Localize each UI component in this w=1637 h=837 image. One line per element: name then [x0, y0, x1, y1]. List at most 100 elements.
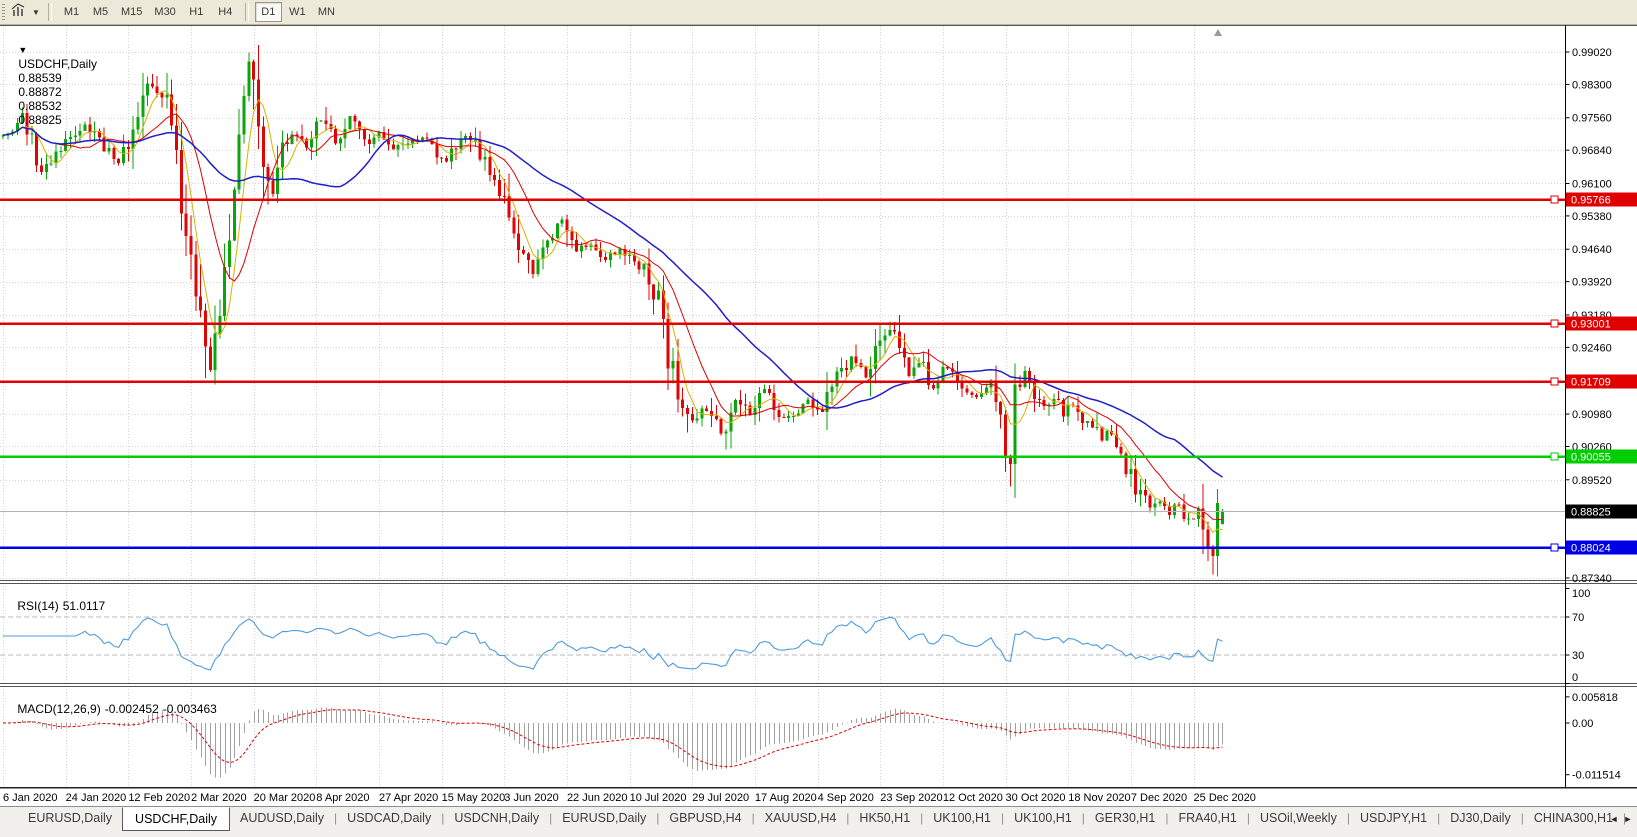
tab-usdchf-daily[interactable]: USDCHF,Daily	[122, 807, 230, 831]
tab-hk50-h1[interactable]: HK50,H1	[849, 808, 920, 829]
toolbar-separator	[48, 3, 52, 21]
svg-text:70: 70	[1572, 612, 1584, 624]
svg-text:12 Feb 2020: 12 Feb 2020	[128, 792, 190, 804]
tab-usdcnh-daily[interactable]: USDCNH,Daily	[444, 808, 549, 829]
line-anchor-handle[interactable]	[1550, 319, 1559, 328]
svg-text:6 Jan 2020: 6 Jan 2020	[3, 792, 57, 804]
toolbar-separator	[244, 3, 249, 21]
ohlc-high: 0.88872	[18, 85, 62, 99]
svg-text:25 Dec 2020: 25 Dec 2020	[1194, 792, 1256, 804]
macd-name: MACD(12,26,9)	[17, 702, 101, 716]
chevron-down-icon[interactable]: ▼	[29, 2, 43, 22]
svg-text:-0.011514: -0.011514	[1572, 770, 1621, 782]
svg-text:22 Jun 2020: 22 Jun 2020	[567, 792, 628, 804]
tab-ger30-h1[interactable]: GER30,H1	[1085, 808, 1165, 829]
mini-chart-icon	[11, 3, 25, 16]
svg-text:18 Nov 2020: 18 Nov 2020	[1068, 792, 1130, 804]
svg-text:3 Jun 2020: 3 Jun 2020	[504, 792, 558, 804]
tab-audusd-daily[interactable]: AUDUSD,Daily	[230, 808, 334, 829]
rsi-value: 51.0117	[62, 599, 106, 613]
ohlc-close: 0.88825	[18, 113, 62, 127]
timeframe-h1-button[interactable]: H1	[183, 2, 210, 22]
svg-text:10 Jul 2020: 10 Jul 2020	[630, 792, 687, 804]
svg-text:8 Apr 2020: 8 Apr 2020	[316, 792, 369, 804]
svg-text:0.88024: 0.88024	[1571, 543, 1611, 555]
time-axis: 6 Jan 2020 24 Jan 2020 12 Feb 2020 2 Mar 20…	[3, 792, 1256, 804]
tab-eurusd-daily[interactable]: EURUSD,Daily	[18, 808, 122, 829]
timeframe-m1-button[interactable]: M1	[58, 2, 85, 22]
chart-cursor-icon[interactable]	[9, 2, 29, 22]
tab-usoil-weekly[interactable]: USOil,Weekly	[1250, 808, 1347, 829]
timeframe-d1-button[interactable]: D1	[254, 2, 282, 22]
ohlc-low: 0.88532	[18, 99, 62, 113]
line-anchor-handle[interactable]	[1550, 195, 1559, 204]
svg-text:24 Jan 2020: 24 Jan 2020	[66, 792, 127, 804]
svg-text:0.95380: 0.95380	[1572, 211, 1612, 223]
svg-text:0.94640: 0.94640	[1572, 244, 1612, 256]
svg-text:0.92460: 0.92460	[1572, 342, 1612, 354]
svg-text:15 May 2020: 15 May 2020	[442, 792, 506, 804]
tab-scroll-buttons: ◄ ►	[1607, 811, 1635, 827]
chart-symbol: USDCHF,Daily	[18, 57, 98, 71]
svg-text:0.90980: 0.90980	[1572, 409, 1612, 421]
svg-text:100: 100	[1572, 588, 1590, 600]
svg-text:0.98300: 0.98300	[1572, 79, 1612, 91]
svg-text:4 Sep 2020: 4 Sep 2020	[818, 792, 874, 804]
timeframe-w1-button[interactable]: W1	[284, 2, 311, 22]
rsi-name: RSI(14)	[17, 599, 59, 613]
toolbar-drag-handle[interactable]	[2, 3, 5, 21]
collapse-arrow-icon[interactable]: ▼	[18, 45, 27, 55]
svg-text:0.93001: 0.93001	[1571, 319, 1611, 331]
tab-scroll-left-icon[interactable]: ◄	[1607, 811, 1621, 827]
timeframe-m5-button[interactable]: M5	[87, 2, 114, 22]
tab-gbpusd-h4[interactable]: GBPUSD,H4	[659, 808, 751, 829]
line-anchor-handle[interactable]	[1550, 377, 1559, 386]
svg-text:29 Jul 2020: 29 Jul 2020	[692, 792, 749, 804]
svg-text:17 Aug 2020: 17 Aug 2020	[755, 792, 817, 804]
svg-text:0.88825: 0.88825	[1571, 507, 1611, 519]
macd-indicator-label: MACD(12,26,9) -0.002452 -0.003463	[4, 688, 221, 730]
tab-xauusd-h4[interactable]: XAUUSD,H4	[755, 808, 847, 829]
chart-ohlc-title: ▼ USDCHF,Daily 0.88539 0.88872 0.88532 0…	[5, 29, 101, 141]
tab-usdcad-daily[interactable]: USDCAD,Daily	[337, 808, 441, 829]
line-anchor-handle[interactable]	[1550, 543, 1559, 552]
svg-text:0.96840: 0.96840	[1572, 145, 1612, 157]
svg-text:27 Apr 2020: 27 Apr 2020	[379, 792, 438, 804]
svg-text:0: 0	[1572, 672, 1578, 684]
svg-text:30 Oct 2020: 30 Oct 2020	[1006, 792, 1066, 804]
macd-signal-value: -0.003463	[162, 702, 217, 716]
svg-text:0.90055: 0.90055	[1571, 452, 1611, 464]
line-anchor-handle[interactable]	[1550, 452, 1559, 461]
svg-text:2 Mar 2020: 2 Mar 2020	[191, 792, 247, 804]
timeframe-m30-button[interactable]: M30	[149, 2, 180, 22]
macd-main-value: -0.002452	[104, 702, 159, 716]
chart-window: 0.99020 0.98300 0.97560 0.96840 0.96100 0.953…	[0, 25, 1637, 806]
svg-text:0.91709: 0.91709	[1571, 377, 1611, 389]
chart-tab-bar: EURUSD,Daily USDCHF,Daily AUDUSD,Daily | USD…	[0, 806, 1637, 837]
timeframe-m15-button[interactable]: M15	[116, 2, 147, 22]
timeframe-buttons: M1 M5 M15 M30 H1 H4 D1 W1 MN	[57, 0, 341, 24]
svg-text:30: 30	[1572, 650, 1584, 662]
tab-fra40-h1[interactable]: FRA40,H1	[1168, 808, 1246, 829]
svg-text:7 Dec 2020: 7 Dec 2020	[1131, 792, 1187, 804]
tab-dj30-daily[interactable]: DJ30,Daily	[1440, 808, 1520, 829]
rsi-indicator-label: RSI(14) 51.0117	[4, 585, 109, 627]
tab-usdjpy-h1[interactable]: USDJPY,H1	[1350, 808, 1437, 829]
svg-text:12 Oct 2020: 12 Oct 2020	[943, 792, 1003, 804]
tab-eurusd-daily[interactable]: EURUSD,Daily	[552, 808, 656, 829]
timeframe-toolbar: ▼ M1 M5 M15 M30 H1 H4 D1 W1 MN	[0, 0, 1637, 25]
timeframe-h4-button[interactable]: H4	[212, 2, 239, 22]
price-chart-svg: 0.99020 0.98300 0.97560 0.96840 0.96100 0.953…	[0, 25, 1637, 806]
svg-text:0.87340: 0.87340	[1572, 573, 1612, 585]
svg-text:0.99020: 0.99020	[1572, 47, 1612, 59]
svg-text:0.97560: 0.97560	[1572, 113, 1612, 125]
svg-text:0.00: 0.00	[1572, 718, 1593, 730]
tab-uk100-h1[interactable]: UK100,H1	[1004, 808, 1082, 829]
svg-text:23 Sep 2020: 23 Sep 2020	[880, 792, 942, 804]
tab-uk100-h1[interactable]: UK100,H1	[923, 808, 1001, 829]
svg-text:20 Mar 2020: 20 Mar 2020	[254, 792, 316, 804]
svg-text:0.96100: 0.96100	[1572, 178, 1612, 190]
tab-scroll-right-icon[interactable]: ►	[1621, 811, 1635, 827]
svg-text:0.005818: 0.005818	[1572, 692, 1618, 704]
timeframe-mn-button[interactable]: MN	[313, 2, 340, 22]
